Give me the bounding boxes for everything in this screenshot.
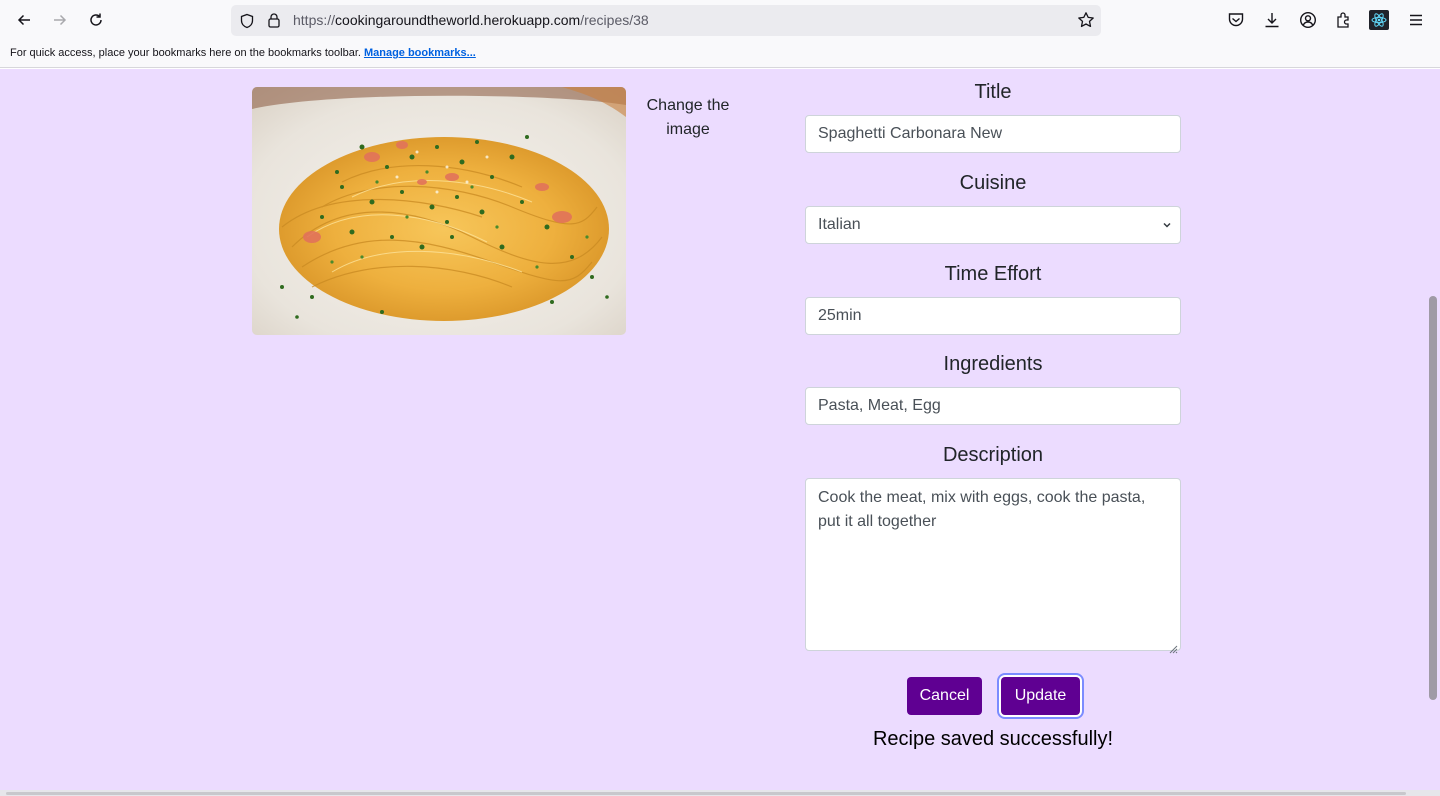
cuisine-selected-value: Italian (818, 216, 861, 233)
react-devtools-icon[interactable] (1369, 10, 1389, 30)
url-path: /recipes/38 (580, 12, 649, 28)
url-prefix: https:// (293, 12, 336, 28)
bookmarks-hint: For quick access, place your bookmarks h… (10, 47, 476, 59)
chevron-down-icon (1162, 219, 1172, 233)
ingredients-label: Ingredients (943, 353, 1043, 375)
shield-icon[interactable] (239, 13, 255, 34)
extensions-icon[interactable] (1333, 9, 1355, 31)
menu-hamburger-icon[interactable] (1405, 9, 1427, 31)
account-icon[interactable] (1297, 9, 1319, 31)
cuisine-select[interactable]: Italian (805, 206, 1181, 244)
url-host: cookingaroundtheworld.herokuapp.com (335, 12, 581, 28)
description-textarea[interactable]: Cook the meat, mix with eggs, cook the p… (805, 478, 1181, 654)
lock-icon[interactable] (267, 12, 281, 33)
update-button[interactable]: Update (1001, 677, 1080, 715)
description-text: Cook the meat, mix with eggs, cook the p… (818, 489, 1146, 530)
time-effort-input[interactable]: 25min (805, 297, 1181, 335)
cuisine-label: Cuisine (959, 172, 1027, 194)
save-status-message: Recipe saved successfully! (872, 728, 1114, 750)
back-arrow-icon[interactable] (12, 8, 36, 32)
bookmarks-message: For quick access, place your bookmarks h… (10, 47, 361, 59)
recipe-image (252, 87, 626, 335)
bookmarks-toolbar: For quick access, place your bookmarks h… (0, 40, 1440, 68)
pocket-icon[interactable] (1225, 9, 1247, 31)
resize-grip-icon[interactable] (1168, 638, 1178, 654)
description-label: Description (942, 444, 1044, 466)
bookmark-star-icon[interactable] (1077, 11, 1095, 34)
browser-toolbar: https://cookingaroundtheworld.herokuapp.… (0, 0, 1440, 40)
address-bar[interactable]: https://cookingaroundtheworld.herokuapp.… (231, 5, 1101, 36)
manage-bookmarks-link[interactable]: Manage bookmarks... (364, 47, 476, 59)
reload-icon[interactable] (84, 8, 108, 32)
title-label: Title (974, 81, 1012, 103)
cancel-button[interactable]: Cancel (907, 677, 982, 715)
horizontal-scrollbar-thumb[interactable] (6, 792, 1406, 795)
page-content (0, 69, 1426, 790)
time-effort-label: Time Effort (944, 263, 1042, 285)
title-input[interactable]: Spaghetti Carbonara New (805, 115, 1181, 153)
downloads-icon[interactable] (1261, 9, 1283, 31)
change-image-button[interactable]: Change the image (640, 94, 736, 142)
url-text[interactable]: https://cookingaroundtheworld.herokuapp.… (293, 12, 649, 28)
ingredients-input[interactable]: Pasta, Meat, Egg (805, 387, 1181, 425)
vertical-scrollbar-thumb[interactable] (1429, 296, 1437, 700)
forward-arrow-icon[interactable] (48, 8, 72, 32)
